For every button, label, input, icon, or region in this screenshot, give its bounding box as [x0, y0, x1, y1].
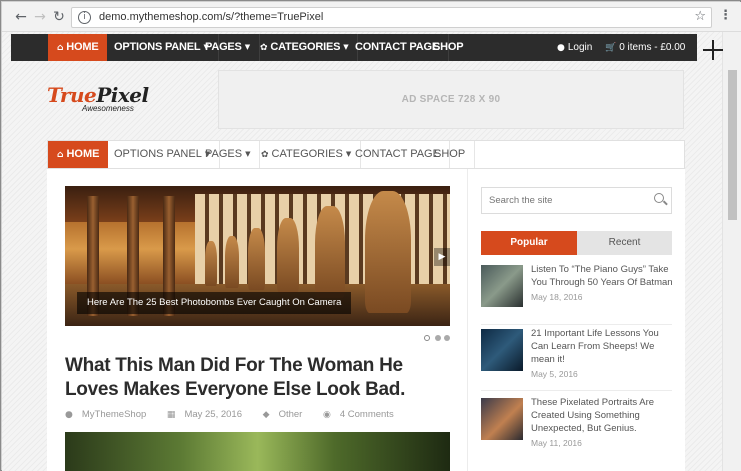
top-nav-shop[interactable]: SHOP	[424, 34, 472, 61]
list-item[interactable]: These Pixelated Portraits Are Created Us…	[481, 397, 672, 458]
leaf-icon: ✿	[261, 150, 269, 160]
slider-dot[interactable]	[424, 335, 430, 341]
info-icon[interactable]: i	[78, 11, 91, 24]
login-link[interactable]: ● Login	[557, 34, 592, 61]
post-thumbnail[interactable]	[481, 398, 523, 440]
page-scrollbar[interactable]	[722, 32, 741, 471]
widget-post-title[interactable]: Listen To “The Piano Guys” Take You Thro…	[531, 263, 676, 289]
calendar-icon: ▦	[166, 410, 176, 420]
browser-toolbar: ← → ↻ i demo.mythemeshop.com/s/?theme=Tr…	[2, 2, 741, 32]
back-arrow-icon[interactable]: ←	[13, 9, 29, 25]
browser-window: ← → ↻ i demo.mythemeshop.com/s/?theme=Tr…	[0, 0, 741, 471]
main-navigation: ⌂ HOME OPTIONS PANEL ▼ PAGES ▼ ✿ CATEGORIES ▼…	[47, 140, 685, 169]
widget-post-date: May 11, 2016	[531, 438, 582, 448]
post-thumbnail[interactable]	[481, 329, 523, 371]
sidebar: Popular Recent Listen To “The Piano Guys…	[467, 169, 685, 471]
site-logo[interactable]: TruePixel Awesomeness	[47, 85, 157, 115]
list-item[interactable]: Listen To “The Piano Guys” Take You Thro…	[481, 264, 673, 325]
top-nav-categories[interactable]: ✿ CATEGORIES ▼	[251, 34, 359, 61]
site-tagline: Awesomeness	[82, 104, 134, 113]
main-nav-home[interactable]: ⌂ HOME	[48, 141, 109, 168]
search-box	[481, 187, 672, 214]
top-navigation: ⌂ HOME OPTIONS PANEL ▼ PAGES ▼ ✿ CATEGORIES ▼…	[11, 34, 697, 61]
widget-post-title[interactable]: 21 Important Life Lessons You Can Learn …	[531, 327, 676, 366]
widget-post-date: May 5, 2016	[531, 369, 578, 379]
address-bar[interactable]: i demo.mythemeshop.com/s/?theme=TruePixe…	[71, 7, 712, 28]
main-content: Here Are The 25 Best Photobombs Ever Cau…	[47, 169, 467, 471]
sidebar-tabs: Popular Recent	[481, 231, 672, 255]
home-icon: ⌂	[57, 150, 64, 160]
slider-dot[interactable]	[435, 335, 441, 341]
slide-caption[interactable]: Here Are The 25 Best Photobombs Ever Cau…	[77, 292, 352, 314]
featured-slider[interactable]: Here Are The 25 Best Photobombs Ever Cau…	[65, 186, 450, 326]
tag-icon: ◆	[262, 410, 270, 420]
plus-icon[interactable]	[701, 38, 725, 62]
user-icon: ●	[65, 410, 73, 420]
forward-arrow-icon[interactable]: →	[32, 9, 48, 25]
post-meta: ● MyThemeShop ▦ May 25, 2016 ◆ Other ◉ 4 Com…	[65, 409, 450, 423]
chevron-down-icon: ▼	[245, 150, 251, 158]
tab-popular[interactable]: Popular	[481, 231, 577, 255]
tab-recent[interactable]: Recent	[577, 231, 672, 255]
post-category[interactable]: ◆ Other	[263, 409, 312, 420]
search-input[interactable]	[482, 188, 647, 213]
url-text[interactable]: demo.mythemeshop.com/s/?theme=TruePixel	[99, 11, 323, 23]
main-nav-pages[interactable]: PAGES ▼	[196, 141, 261, 168]
browser-menu-icon[interactable]: ⋮	[719, 8, 732, 26]
cart-icon: 🛒	[605, 43, 617, 53]
chevron-down-icon: ▼	[244, 43, 250, 51]
main-nav-shop[interactable]: SHOP	[425, 141, 476, 168]
post-author[interactable]: ● MyThemeShop	[65, 409, 155, 420]
ad-space[interactable]: AD SPACE 728 X 90	[218, 70, 684, 129]
cart-link[interactable]: 🛒 0 items - £0.00	[605, 34, 685, 61]
slider-pagination	[424, 335, 454, 343]
user-icon: ●	[557, 43, 565, 53]
post-comments[interactable]: ◉ 4 Comments	[323, 409, 403, 420]
main-nav-categories[interactable]: ✿ CATEGORIES ▼	[252, 141, 362, 168]
comment-icon: ◉	[322, 410, 331, 420]
scrollbar-thumb[interactable]	[728, 70, 737, 220]
post-featured-image[interactable]	[65, 432, 450, 471]
slider-dot[interactable]	[444, 335, 450, 341]
post-title[interactable]: What This Man Did For The Woman He Loves…	[65, 354, 450, 402]
bookmark-star-icon[interactable]: ☆	[694, 9, 706, 24]
widget-post-date: May 18, 2016	[531, 292, 583, 302]
home-icon: ⌂	[57, 43, 64, 53]
slider-next-arrow-icon[interactable]: ▶	[434, 248, 450, 266]
reload-icon[interactable]: ↻	[51, 9, 67, 25]
post-date: ▦ May 25, 2016	[166, 409, 243, 420]
list-item[interactable]: 21 Important Life Lessons You Can Learn …	[481, 328, 672, 391]
post-thumbnail[interactable]	[481, 265, 523, 307]
leaf-icon: ✿	[260, 43, 268, 53]
widget-post-title[interactable]: These Pixelated Portraits Are Created Us…	[531, 396, 676, 435]
search-icon[interactable]	[654, 193, 664, 203]
page-viewport: ⌂ HOME OPTIONS PANEL ▼ PAGES ▼ ✿ CATEGORIES ▼…	[2, 32, 722, 471]
top-nav-home[interactable]: ⌂ HOME	[48, 34, 108, 61]
